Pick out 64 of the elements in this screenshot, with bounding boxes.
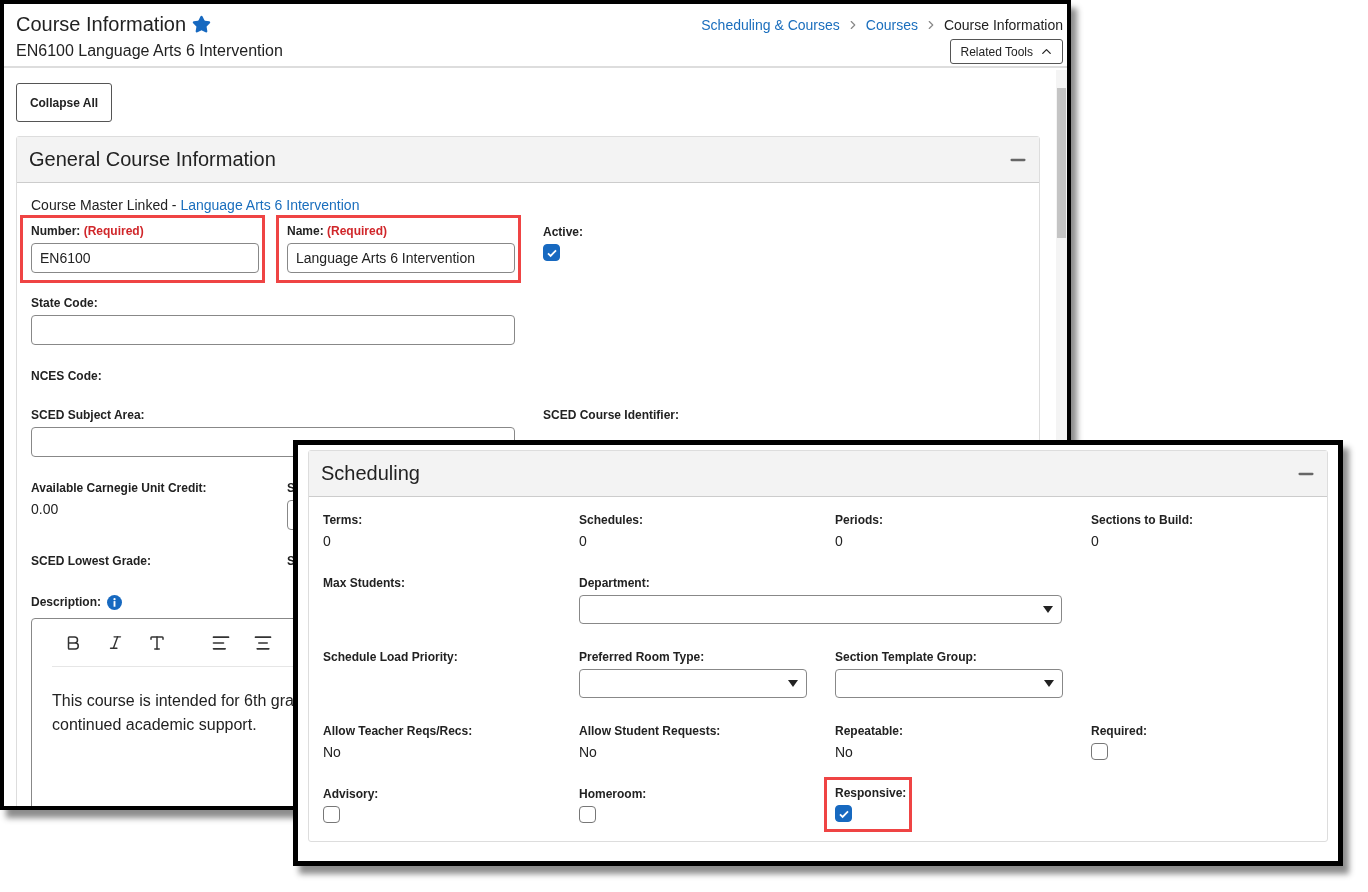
- input-field[interactable]: Language Arts 6 Intervention: [287, 243, 515, 273]
- field-value: No: [579, 743, 598, 761]
- field-label: SCED Lowest Grade:: [31, 554, 152, 569]
- field-label: Allow Student Requests:: [579, 724, 721, 739]
- field-label: Advisory:: [323, 787, 379, 802]
- section-title: Scheduling: [321, 462, 420, 485]
- font-size-icon[interactable]: [148, 633, 166, 652]
- page-title: Course Information: [16, 13, 187, 36]
- dropdown[interactable]: [579, 669, 807, 698]
- field-label: SCED Subject Area:: [31, 408, 145, 423]
- page-subtitle: EN6100 Language Arts 6 Intervention: [16, 42, 283, 60]
- field-label: Required:: [1091, 724, 1147, 739]
- field-label: NCES Code:: [31, 369, 102, 384]
- breadcrumb-link[interactable]: Scheduling & Courses: [701, 17, 840, 33]
- info-icon[interactable]: [107, 595, 122, 610]
- input-field[interactable]: [31, 315, 515, 345]
- section-title: General Course Information: [29, 148, 276, 171]
- field-value: 0: [835, 532, 844, 550]
- field-label: Sections to Build:: [1091, 513, 1193, 528]
- checkbox[interactable]: [579, 806, 596, 823]
- field-value: 0: [1091, 532, 1100, 550]
- checkbox[interactable]: [835, 805, 852, 822]
- field-label: Terms:: [323, 513, 363, 528]
- star-icon[interactable]: [192, 15, 212, 34]
- caret-down-icon: [788, 680, 798, 687]
- field-label: Name: (Required): [287, 224, 388, 239]
- description-text: This course is intended for 6th gra: [52, 691, 294, 711]
- field-label: Active:: [543, 225, 583, 240]
- field-value: 0: [579, 532, 588, 550]
- checkbox[interactable]: [543, 244, 560, 261]
- breadcrumb-link[interactable]: Courses: [865, 17, 918, 33]
- field-label: Periods:: [835, 513, 883, 528]
- input-field[interactable]: EN6100: [31, 243, 259, 273]
- field-label: Schedule Load Priority:: [323, 650, 458, 665]
- field-label: Available Carnegie Unit Credit:: [31, 481, 207, 496]
- field-label: State Code:: [31, 296, 98, 311]
- field-value: No: [835, 743, 854, 761]
- field-label: Number: (Required): [31, 224, 144, 239]
- field-label: Description:: [31, 595, 101, 610]
- field-value: 0.00: [31, 500, 60, 518]
- course-master-link[interactable]: Language Arts 6 Intervention: [180, 197, 360, 213]
- field-label: Homeroom:: [579, 787, 647, 802]
- checkbox[interactable]: [323, 806, 340, 823]
- caret-down-icon: [1043, 606, 1053, 613]
- description-text: continued academic support.: [52, 715, 257, 735]
- field-label: SCED Course Identifier:: [543, 408, 680, 423]
- field-label: Max Students:: [323, 576, 405, 591]
- dropdown[interactable]: [579, 595, 1062, 624]
- course-master-text: Course Master Linked - Language Arts 6 Intervention: [31, 197, 361, 213]
- current-page-label: Course Information: [943, 17, 1063, 33]
- field-label: Allow Teacher Reqs/Recs:: [323, 724, 473, 739]
- field-label: Department:: [579, 576, 650, 591]
- field-label: Repeatable:: [835, 724, 904, 739]
- field-label: Preferred Room Type:: [579, 650, 705, 665]
- field-label: Section Template Group:: [835, 650, 977, 665]
- related-tools-button[interactable]: Related Tools: [949, 39, 1063, 64]
- checkbox[interactable]: [1091, 743, 1108, 760]
- collapse-all-button[interactable]: Collapse All: [16, 83, 112, 122]
- field-value: No: [323, 743, 342, 761]
- caret-down-icon: [1044, 680, 1054, 687]
- field-value: 0: [323, 532, 332, 550]
- field-label: Responsive:: [835, 786, 907, 801]
- field-label: Schedules:: [579, 513, 644, 528]
- dropdown[interactable]: [835, 669, 1063, 698]
